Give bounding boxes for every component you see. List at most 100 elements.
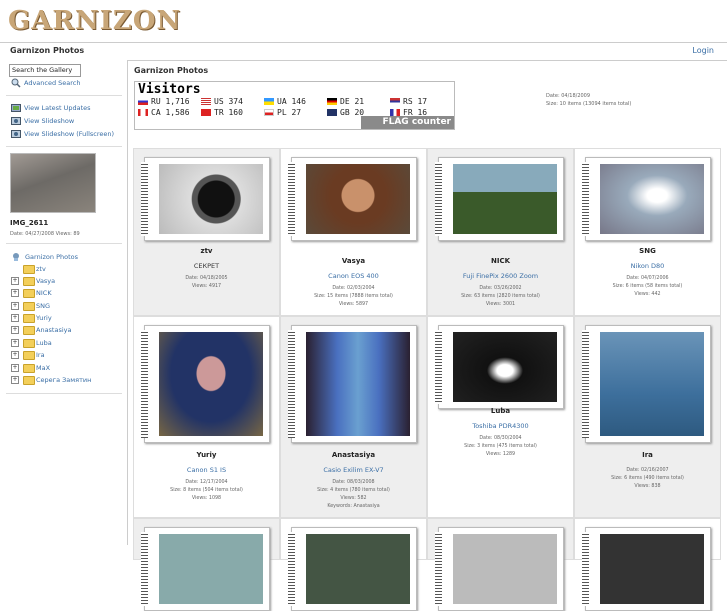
tree-item-yuriy[interactable]: Yuriy xyxy=(36,314,52,322)
album-card[interactable]: Yuriy Canon S1 IS Date: 12/17/2004 Size: … xyxy=(133,316,280,518)
featured-photo-title[interactable]: IMG_2611 xyxy=(10,219,48,227)
album-meta: Date: 12/17/2004 Size: 8 items (504 items… xyxy=(170,480,243,501)
album-photo xyxy=(600,332,704,436)
flag-entry: RS 17 xyxy=(390,97,427,106)
album-name[interactable]: Anastasiya xyxy=(281,451,426,459)
main-title: Garnizon Photos xyxy=(134,66,209,75)
flag-entry: UA 146 xyxy=(264,97,306,106)
featured-photo-thumbnail[interactable] xyxy=(10,153,96,213)
tree-item-ztv[interactable]: ztv xyxy=(36,265,46,273)
expand-icon[interactable]: + xyxy=(11,364,19,372)
flag-entry: US 374 xyxy=(201,97,243,106)
divider xyxy=(6,95,122,96)
featured-photo-meta: Date: 04/27/2008 Views: 89 xyxy=(10,231,80,237)
flag-us-icon xyxy=(201,98,211,105)
album-name[interactable]: ztv xyxy=(134,247,279,255)
view-slideshow-link[interactable]: View Slideshow xyxy=(24,117,74,125)
expand-icon[interactable]: + xyxy=(11,339,19,347)
album-thumbnail[interactable] xyxy=(141,527,270,611)
album-card[interactable]: Vasya Canon EOS 400 Date: 02/03/2004 Size… xyxy=(280,148,427,316)
album-camera-link[interactable]: Casio Exilim EX-V7 xyxy=(281,466,426,474)
album-thumbnail[interactable] xyxy=(435,157,564,241)
album-thumbnail[interactable] xyxy=(435,325,564,409)
tree-item-anastasiya[interactable]: Anastasiya xyxy=(36,326,72,334)
album-meta: Date: 08/03/2008 Size: 4 items (780 items… xyxy=(317,480,390,509)
tree-item-vasya[interactable]: Vasya xyxy=(36,277,55,285)
divider xyxy=(6,393,122,394)
album-card[interactable]: ztv СЕКРЕТ Date: 04/18/2005 Views: 4917 xyxy=(133,148,280,316)
flag-counter-widget[interactable]: Visitors RU 1,716 US 374 UA 146 DE 21 RS… xyxy=(134,81,455,130)
album-description: СЕКРЕТ xyxy=(193,262,220,270)
album-thumbnail[interactable] xyxy=(141,325,270,443)
flag-gb-icon xyxy=(327,109,337,116)
gallery-title[interactable]: Garnizon Photos xyxy=(10,46,84,55)
folder-icon xyxy=(23,364,35,373)
view-latest-updates-link[interactable]: View Latest Updates xyxy=(24,104,91,112)
tree-item-ira[interactable]: Ira xyxy=(36,351,45,359)
login-link[interactable]: Login xyxy=(692,46,714,55)
album-card[interactable]: Anastasiya Casio Exilim EX-V7 Date: 08/0… xyxy=(280,316,427,518)
album-name[interactable]: Yuriy xyxy=(134,451,279,459)
album-card[interactable] xyxy=(133,518,280,611)
advanced-search-link[interactable]: Advanced Search xyxy=(24,79,81,87)
site-logo[interactable]: GARNIZON xyxy=(8,6,181,36)
album-card[interactable]: Luba Toshiba PDR4300 Date: 08/30/2004 Siz… xyxy=(427,316,574,518)
folder-icon xyxy=(23,339,35,348)
album-thumbnail[interactable] xyxy=(582,527,711,611)
flag-entry: RU 1,716 xyxy=(138,97,190,106)
album-photo xyxy=(600,164,704,234)
slideshow-icon xyxy=(11,117,21,125)
expand-icon[interactable]: + xyxy=(11,314,19,322)
album-name[interactable]: Ira xyxy=(575,451,720,459)
album-thumbnail[interactable] xyxy=(435,527,564,611)
album-camera-link[interactable]: Toshiba PDR4300 xyxy=(428,422,573,430)
tree-root-link[interactable]: Garnizon Photos xyxy=(25,253,78,261)
expand-icon[interactable]: + xyxy=(11,302,19,310)
album-grid: ztv СЕКРЕТ Date: 04/18/2005 Views: 4917 V… xyxy=(133,148,723,611)
album-camera-link[interactable]: Nikon D80 xyxy=(575,262,720,270)
album-card[interactable]: SNG Nikon D80 Date: 04/07/2006 Size: 6 it… xyxy=(574,148,721,316)
album-card[interactable]: NICK Fuji FinePix 2600 Zoom Date: 03/26/… xyxy=(427,148,574,316)
expand-icon[interactable]: + xyxy=(11,277,19,285)
view-slideshow-fullscreen-link[interactable]: View Slideshow (Fullscreen) xyxy=(24,130,114,138)
tree-item-max[interactable]: MaX xyxy=(36,364,50,372)
album-photo xyxy=(453,164,557,234)
album-thumbnail[interactable] xyxy=(582,157,711,241)
album-card[interactable] xyxy=(574,518,721,611)
album-name[interactable]: Luba xyxy=(428,407,573,415)
expand-icon[interactable]: + xyxy=(11,326,19,334)
album-meta: Date: 02/16/2007 Size: 6 items (490 items… xyxy=(611,468,684,489)
album-thumbnail[interactable] xyxy=(582,325,711,443)
tree-item-nick[interactable]: NICK xyxy=(36,289,52,297)
album-thumbnail[interactable] xyxy=(141,157,270,241)
album-camera-link[interactable]: Fuji FinePix 2600 Zoom xyxy=(428,272,573,280)
folder-icon xyxy=(23,277,35,286)
expand-icon[interactable]: + xyxy=(11,351,19,359)
search-input[interactable]: Search the Gallery xyxy=(9,64,81,77)
tree-item-luba[interactable]: Luba xyxy=(36,339,52,347)
flag-counter-badge[interactable]: FLAG counter xyxy=(361,116,454,129)
album-name[interactable]: Vasya xyxy=(281,257,426,265)
album-card[interactable]: Ira Date: 02/16/2007 Size: 6 items (490 i… xyxy=(574,316,721,518)
tree-item-serega[interactable]: Серега Замятин xyxy=(36,376,91,384)
folder-icon xyxy=(23,289,35,298)
album-name[interactable]: NICK xyxy=(428,257,573,265)
album-camera-link[interactable]: Canon S1 IS xyxy=(134,466,279,474)
album-card[interactable] xyxy=(280,518,427,611)
album-card[interactable] xyxy=(427,518,574,611)
flag-ca-icon xyxy=(138,109,148,116)
divider xyxy=(6,146,122,147)
flag-ua-icon xyxy=(264,98,274,105)
expand-icon[interactable]: + xyxy=(11,289,19,297)
expand-icon[interactable]: + xyxy=(11,376,19,384)
flag-entry: TR 160 xyxy=(201,108,243,117)
album-name[interactable]: SNG xyxy=(575,247,720,255)
tree-item-sng[interactable]: SNG xyxy=(36,302,50,310)
album-thumbnail[interactable] xyxy=(288,325,417,443)
fullscreen-slideshow-icon xyxy=(11,130,21,138)
album-camera-link[interactable]: Canon EOS 400 xyxy=(281,272,426,280)
flag-pl-icon xyxy=(264,109,274,116)
album-thumbnail[interactable] xyxy=(288,527,417,611)
folder-icon xyxy=(23,314,35,323)
album-thumbnail[interactable] xyxy=(288,157,417,241)
